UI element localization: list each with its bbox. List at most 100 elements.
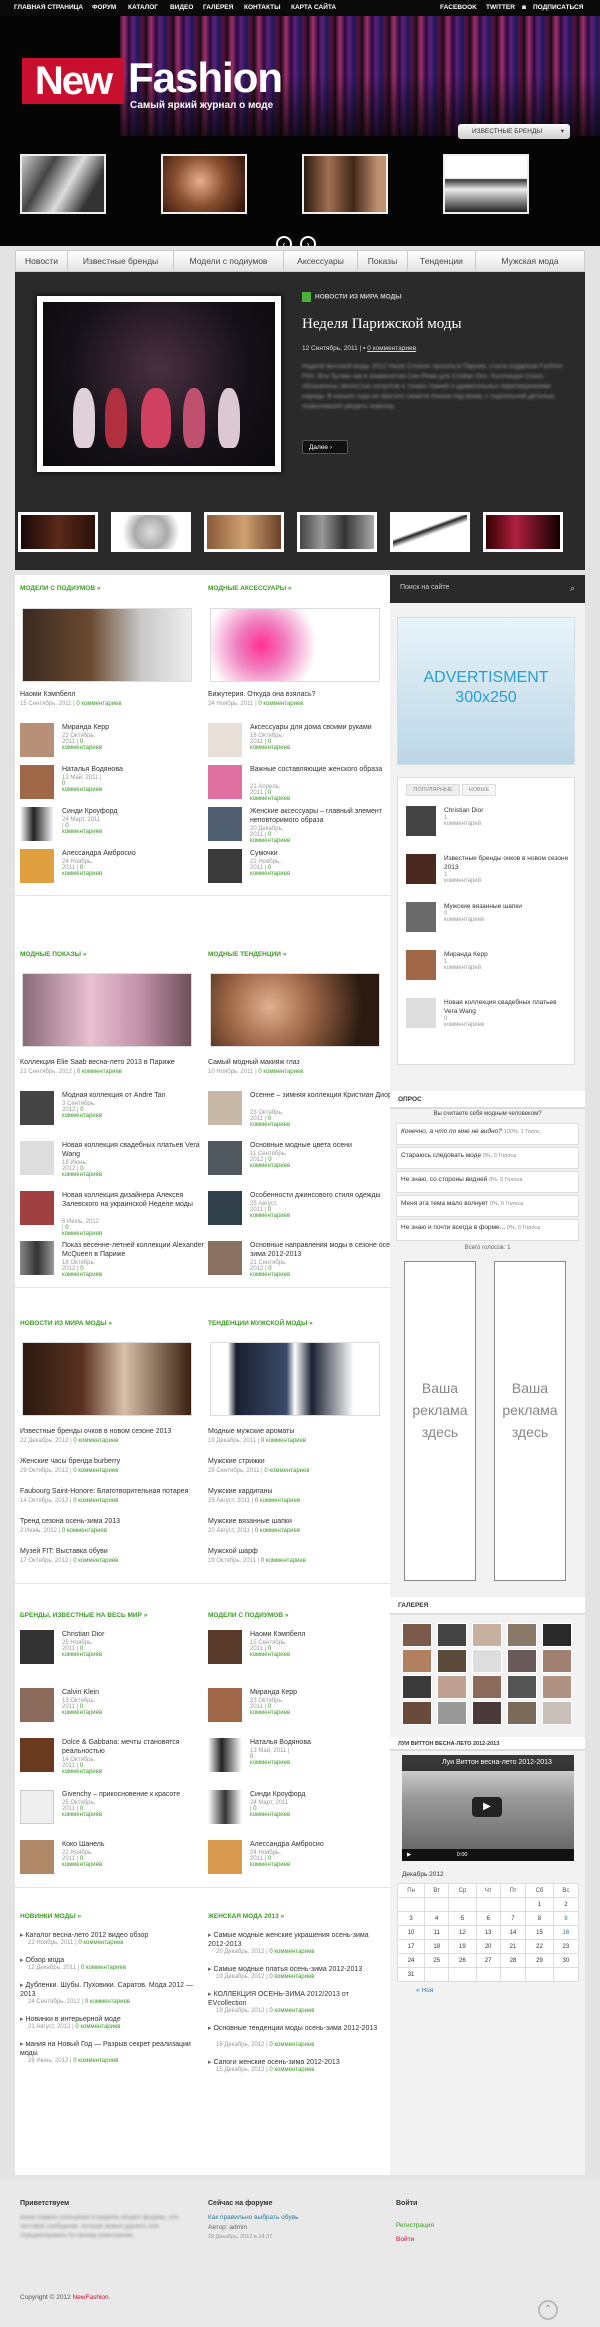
calendar-day[interactable]: 14 xyxy=(499,1925,527,1940)
calendar-day[interactable]: 13 xyxy=(475,1925,501,1940)
poll-option[interactable]: Стараюсь следовать моде 0%, 0 Голоса xyxy=(396,1147,579,1169)
section-title-novelties[interactable]: НОВИНКИ МОДЫ » xyxy=(20,1913,81,1920)
topnav-sitemap[interactable]: КАРТА САЙТА xyxy=(291,4,336,11)
search-icon[interactable]: ⌕ xyxy=(570,583,575,594)
forum-topic-link[interactable]: Как правильно выбрать обувь xyxy=(208,2214,298,2221)
calendar-day[interactable]: 24 xyxy=(396,1953,426,1968)
poll-option[interactable]: Меня эта тема мало волнует 0%, 0 Голоса xyxy=(396,1195,579,1217)
topnav-home[interactable]: ГЛАВНАЯ СТРАНИЦА xyxy=(14,4,83,11)
calendar-day[interactable]: 21 xyxy=(499,1939,527,1954)
calendar-day[interactable]: 17 xyxy=(396,1939,426,1954)
ad-banner-vertical[interactable]: Ваша реклама здесь xyxy=(404,1261,476,1581)
calendar-day[interactable]: 31 xyxy=(396,1967,426,1982)
calendar-day[interactable]: 12 xyxy=(448,1925,477,1940)
carousel-image[interactable] xyxy=(302,154,388,214)
brands-dropdown[interactable]: ИЗВЕСТНЫЕ БРЕНДЫ ▾ xyxy=(458,124,570,139)
carousel-image[interactable] xyxy=(20,154,106,214)
slider-thumb[interactable] xyxy=(483,512,563,552)
section-title-brands[interactable]: БРЕНДЫ, ИЗВЕСТНЫЕ НА ВЕСЬ МИР » xyxy=(20,1612,147,1619)
gallery-thumb[interactable] xyxy=(437,1649,467,1673)
section-title-models[interactable]: МОДЕЛИ С ПОДИУМОВ » xyxy=(20,585,100,592)
featured-category[interactable]: НОВОСТИ ИЗ МИРА МОДЫ xyxy=(315,294,402,301)
post-title[interactable]: КОЛЛЕКЦИЯ ОСЕНЬ-ЗИМА 2012/2013 от EVcoll… xyxy=(208,1990,383,2008)
post-title[interactable]: Мужские кардиганы xyxy=(208,1488,273,1495)
post-title[interactable]: Новинки в интерьерной моде xyxy=(20,2015,195,2024)
login-link[interactable]: Войти xyxy=(396,2236,414,2243)
search-input[interactable]: Поиск на сайте xyxy=(400,584,449,591)
calendar-day[interactable]: 16 xyxy=(552,1925,580,1940)
nav-shows[interactable]: Показы xyxy=(358,251,408,271)
nav-mens[interactable]: Мужская мода xyxy=(476,251,584,271)
nav-news[interactable]: Новости xyxy=(16,251,68,271)
calendar-day[interactable]: 2 xyxy=(552,1897,580,1912)
gallery-thumb[interactable] xyxy=(472,1649,502,1673)
nav-models[interactable]: Модели с подиумов xyxy=(174,251,284,271)
calendar-day[interactable]: 10 xyxy=(396,1925,426,1940)
section-title-mens[interactable]: ТЕНДЕНЦИИ МУЖСКОЙ МОДЫ » xyxy=(208,1320,313,1327)
gallery-thumb[interactable] xyxy=(472,1623,502,1647)
post-title[interactable]: Мужские вязанные шапки xyxy=(208,1518,292,1525)
section-title-shows[interactable]: МОДНЫЕ ПОКАЗЫ » xyxy=(20,951,86,958)
calendar-day[interactable]: 23 xyxy=(552,1939,580,1954)
nav-trends[interactable]: Тенденции xyxy=(408,251,476,271)
carousel-image[interactable] xyxy=(161,154,247,214)
section-title-trends[interactable]: МОДНЫЕ ТЕНДЕНЦИИ » xyxy=(208,951,286,958)
poll-option[interactable]: Конечно, а что по мне не видно? 100%, 1 … xyxy=(396,1123,579,1145)
slider-thumb[interactable] xyxy=(297,512,377,552)
calendar-day[interactable]: 6 xyxy=(475,1911,501,1926)
poll-option[interactable]: Не знаю, со стороны видней 0%, 0 Голоса xyxy=(396,1171,579,1193)
calendar-day[interactable]: 26 xyxy=(448,1953,477,1968)
featured-image[interactable] xyxy=(37,296,281,472)
gallery-thumb[interactable] xyxy=(542,1623,572,1647)
calendar-day[interactable]: 20 xyxy=(475,1939,501,1954)
gallery-thumb[interactable] xyxy=(402,1675,432,1699)
calendar-day[interactable]: 18 xyxy=(424,1939,450,1954)
calendar-day[interactable]: 1 xyxy=(525,1897,554,1912)
play-icon[interactable]: ▶ xyxy=(472,1797,502,1817)
post-title[interactable]: Основные тенденции моды осень-зима 2012-… xyxy=(208,2024,383,2033)
post-title[interactable]: Сапоги женские осень-зима 2012-2013 xyxy=(208,2058,383,2067)
calendar-day[interactable]: 4 xyxy=(424,1911,450,1926)
gallery-thumb[interactable] xyxy=(507,1675,537,1699)
featured-comments[interactable]: 0 комментариев xyxy=(367,345,416,352)
topnav-subscribe[interactable]: ПОДПИСАТЬСЯ xyxy=(533,4,583,11)
topnav-forum[interactable]: ФОРУМ xyxy=(92,4,116,11)
calendar-prev-link[interactable]: « Ноя xyxy=(416,1987,433,1994)
slider-thumb[interactable] xyxy=(390,512,470,552)
carousel-next-button[interactable]: › xyxy=(300,236,316,246)
carousel-prev-button[interactable]: ‹ xyxy=(276,236,292,246)
gallery-thumb[interactable] xyxy=(542,1675,572,1699)
slider-thumb[interactable] xyxy=(18,512,98,552)
post-title[interactable]: Известные бренды очков в новом сезоне 20… xyxy=(20,1428,171,1435)
calendar-day[interactable]: 19 xyxy=(448,1939,477,1954)
video-player[interactable]: Луи Виттон весна-лето 2012-2013 ▶ ▶ 0:00 xyxy=(402,1755,574,1861)
section-title-accessories[interactable]: МОДНЫЕ АКСЕССУАРЫ » xyxy=(208,585,292,592)
gallery-thumb[interactable] xyxy=(507,1649,537,1673)
section-title-models-2[interactable]: МОДЕЛИ С ПОДИУМОВ » xyxy=(208,1612,288,1619)
post-title[interactable]: Коллекция Elie Saab весна-лето 2013 в Па… xyxy=(20,1059,175,1066)
topnav-gallery[interactable]: ГАЛЕРЕЯ xyxy=(203,4,233,11)
calendar-day[interactable]: 7 xyxy=(499,1911,527,1926)
tab-new[interactable]: НОВЫЕ xyxy=(462,784,496,796)
topnav-twitter[interactable]: TWITTER xyxy=(486,4,515,11)
calendar-day[interactable]: 27 xyxy=(475,1953,501,1968)
post-title[interactable]: Самые модные платья осень-зима 2012-2013 xyxy=(208,1965,383,1974)
calendar-day[interactable]: 22 xyxy=(525,1939,554,1954)
featured-title[interactable]: Неделя Парижской моды xyxy=(302,316,462,333)
post-title[interactable]: Модные мужские ароматы xyxy=(208,1428,294,1435)
calendar-day[interactable]: 30 xyxy=(552,1953,580,1968)
gallery-thumb[interactable] xyxy=(472,1701,502,1725)
nav-accessories[interactable]: Аксессуары xyxy=(284,251,358,271)
gallery-thumb[interactable] xyxy=(437,1623,467,1647)
section-image[interactable] xyxy=(210,608,380,682)
section-image[interactable] xyxy=(22,1342,192,1416)
topnav-contacts[interactable]: КОНТАКТЫ xyxy=(244,4,280,11)
post-title[interactable]: Наоми Кэмпбелл xyxy=(20,691,76,698)
nav-brands[interactable]: Известные бренды xyxy=(68,251,174,271)
play-icon[interactable]: ▶ xyxy=(407,1852,411,1858)
ad-banner-vertical[interactable]: Ваша реклама здесь xyxy=(494,1261,566,1581)
calendar-day[interactable]: 29 xyxy=(525,1953,554,1968)
section-image[interactable] xyxy=(22,973,192,1047)
gallery-thumb[interactable] xyxy=(402,1701,432,1725)
gallery-thumb[interactable] xyxy=(542,1701,572,1725)
